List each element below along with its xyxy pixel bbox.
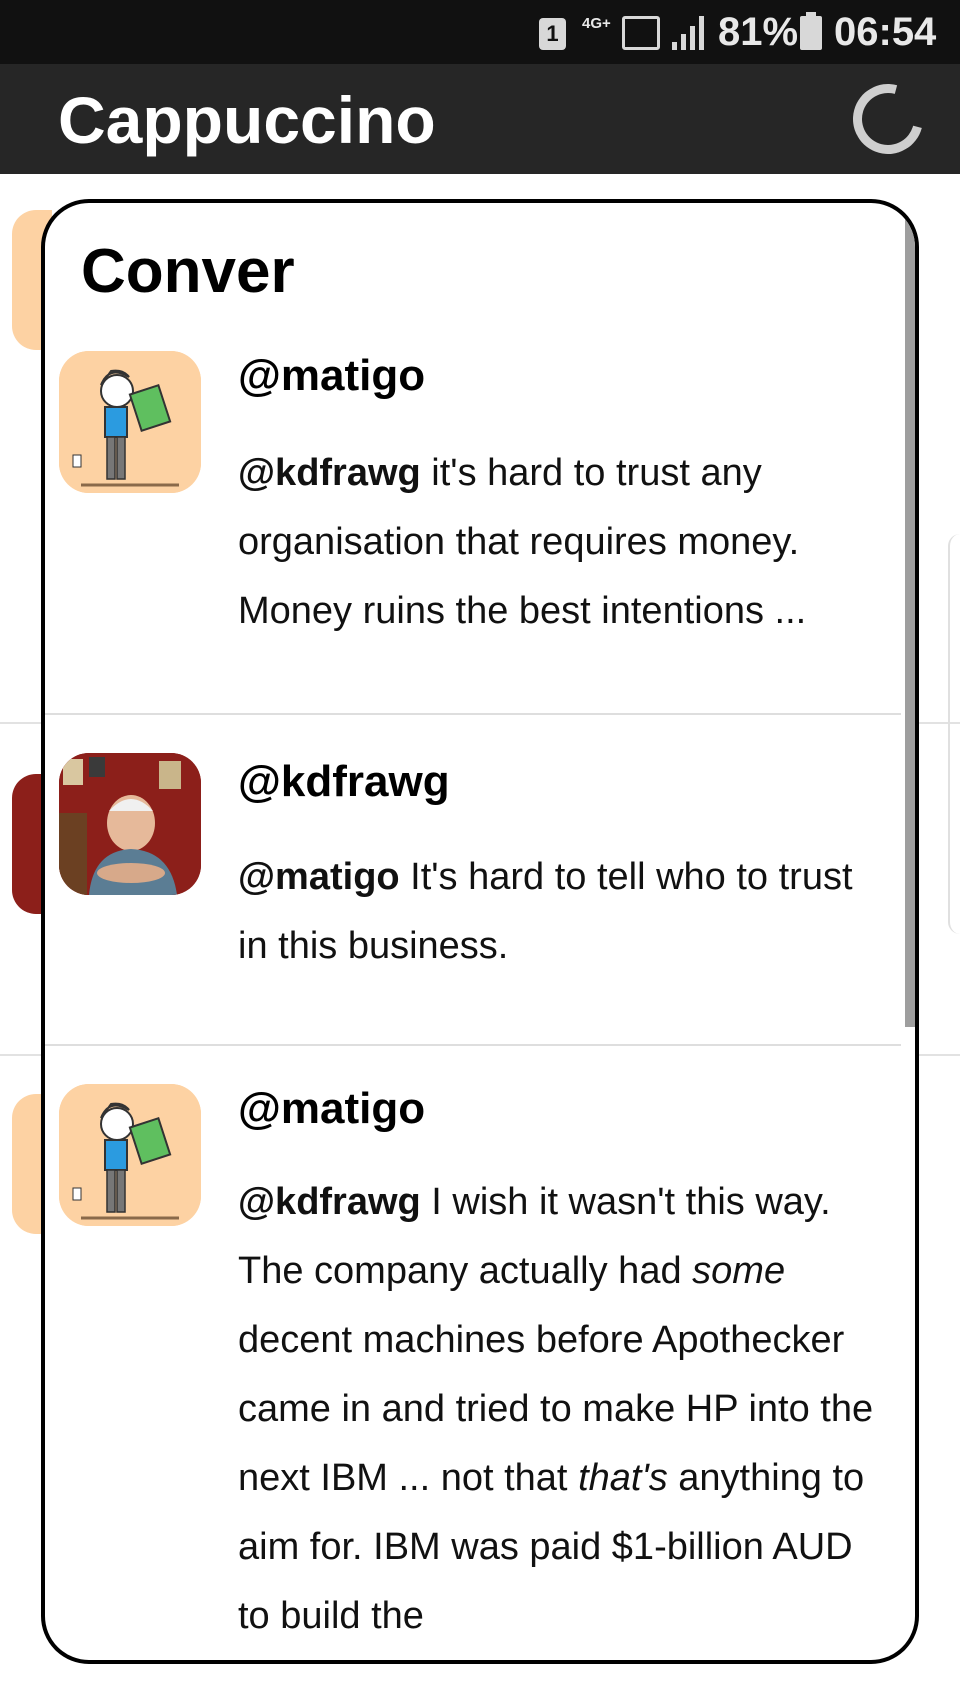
post-text: @kdfrawg it's hard to trust any organisa…	[238, 439, 878, 646]
mention-link[interactable]: @matigo	[238, 856, 400, 898]
sim-indicator: 1	[539, 18, 566, 50]
mention-link[interactable]: @kdfrawg	[238, 1181, 421, 1223]
user-handle[interactable]: @matigo	[238, 1082, 425, 1136]
app-bar: Cappuccino	[0, 64, 960, 174]
cartoon-reader-avatar[interactable]	[59, 1084, 201, 1226]
background-card-edge	[948, 534, 960, 934]
clock: 06:54	[834, 10, 937, 54]
mention-link[interactable]: @kdfrawg	[238, 452, 421, 494]
signal-icon	[622, 16, 660, 50]
conversation-dialog: Conver @matigo @kdfrawg it's hard to tru…	[41, 199, 919, 1664]
network-type: 4G+	[582, 15, 611, 32]
post-text: @matigo It's hard to tell who to trust i…	[238, 843, 878, 981]
user-handle[interactable]: @matigo	[238, 349, 425, 403]
app-title: Cappuccino	[58, 83, 436, 157]
signal-strength-icon	[672, 14, 712, 50]
post-text: @kdfrawg I wish it wasn't this way. The …	[238, 1168, 878, 1651]
status-bar: 1 4G+ 81% 06:54	[0, 0, 960, 64]
cartoon-reader-avatar[interactable]	[59, 351, 201, 493]
photo-avatar[interactable]	[59, 753, 201, 895]
post-emphasis: some	[692, 1250, 786, 1292]
refresh-icon[interactable]	[840, 71, 936, 167]
battery-icon	[800, 12, 822, 50]
conversation-item[interactable]: @matigo @kdfrawg I wish it wasn't this w…	[45, 1046, 901, 1660]
post-emphasis: that's	[578, 1457, 668, 1499]
battery-percent: 81%	[718, 10, 799, 54]
conversation-item[interactable]: @matigo @kdfrawg it's hard to trust any …	[45, 203, 901, 715]
user-handle[interactable]: @kdfrawg	[238, 755, 450, 809]
scrollbar[interactable]	[905, 207, 915, 1027]
conversation-item[interactable]: @kdfrawg @matigo It's hard to tell who t…	[45, 715, 901, 1045]
